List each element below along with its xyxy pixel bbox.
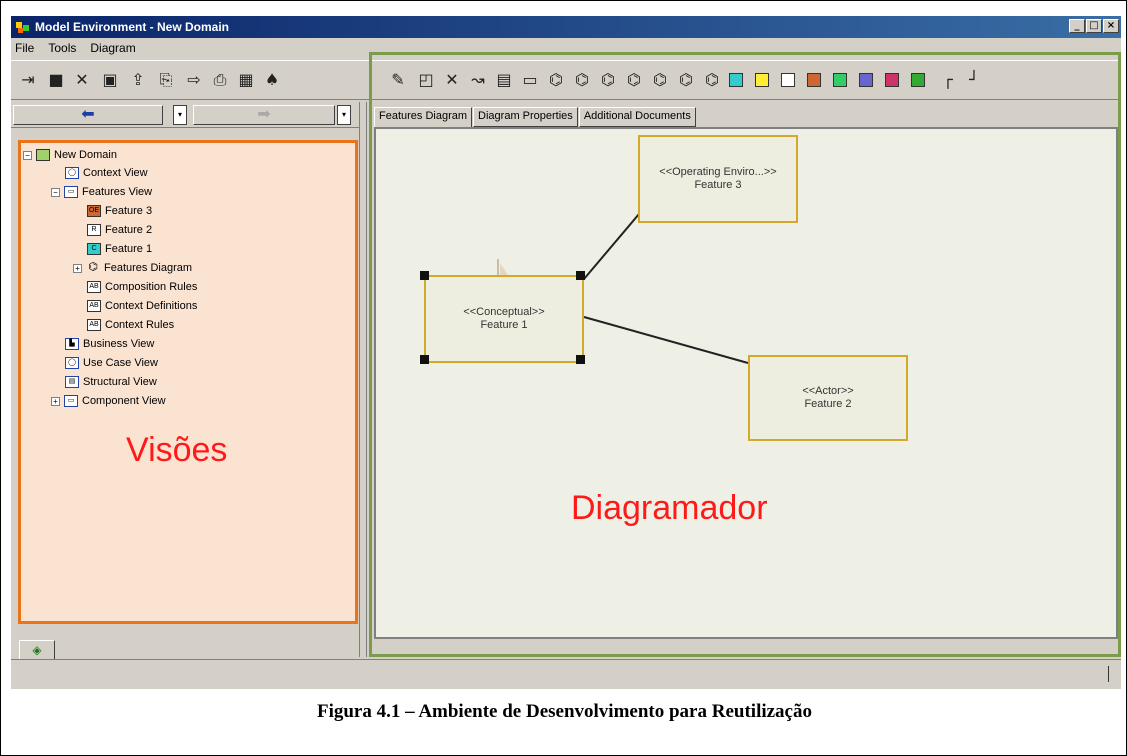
domain-tab-icon: ◈	[32, 643, 42, 657]
tree-node-feature-3[interactable]: OE Feature 3	[87, 203, 152, 219]
diagram-panel: Features Diagram Diagram Properties Addi…	[369, 52, 1121, 657]
title-bar: Model Environment - New Domain _ □ ×	[11, 16, 1121, 38]
collapse-icon[interactable]: −	[23, 150, 32, 160]
diagram-annotation: Diagramador	[571, 489, 768, 527]
exit-icon[interactable]: ⇥	[17, 69, 39, 91]
collapse-icon[interactable]: −	[51, 187, 60, 197]
rules-icon: AB	[87, 281, 101, 293]
domain-tab[interactable]: ◈	[19, 640, 55, 660]
image-icon[interactable]: ▣	[99, 69, 121, 91]
node-stereotype: <<Operating Enviro...>>	[659, 166, 777, 178]
close-button[interactable]: ×	[1103, 19, 1119, 33]
app-icon	[15, 19, 31, 35]
import-icon[interactable]: ⎘	[155, 69, 177, 91]
panel-splitter[interactable]	[359, 102, 367, 657]
tree-node-feature-2[interactable]: R Feature 2	[87, 222, 152, 238]
view-icon: ◯	[65, 167, 79, 179]
view-icon: ▭	[64, 395, 78, 407]
node-stereotype: <<Conceptual>>	[463, 306, 545, 318]
diagram-canvas[interactable]: <<Operating Enviro...>> Feature 3 <<Conc…	[374, 127, 1118, 639]
tree-node-features-view[interactable]: − ▭ Features View	[51, 184, 152, 200]
tree-node-context-view[interactable]: ◯ Context View	[65, 165, 148, 181]
tree-node-structural-view[interactable]: ▤ Structural View	[65, 374, 157, 390]
window-title: Model Environment - New Domain	[35, 20, 230, 34]
status-bar	[11, 659, 1121, 689]
diagram-node-feature-1[interactable]: <<Conceptual>> Feature 1	[424, 275, 584, 363]
rules-icon: AB	[87, 319, 101, 331]
expand-icon[interactable]: +	[73, 263, 82, 273]
view-icon: ▤	[65, 376, 79, 388]
diagram-tabs: Features Diagram Diagram Properties Addi…	[374, 107, 697, 127]
views-tree: − New Domain ◯ Context View − ▭ Features…	[18, 140, 358, 624]
delete-icon[interactable]: ✕	[71, 69, 93, 91]
domain-icon	[36, 149, 50, 161]
figure-frame: Model Environment - New Domain _ □ × Fil…	[0, 0, 1127, 756]
tab-diagram-properties[interactable]: Diagram Properties	[473, 107, 578, 127]
print-icon[interactable]: ⎙	[209, 69, 231, 91]
resize-handle-bottom-right[interactable]	[576, 355, 585, 364]
node-name: Feature 1	[480, 319, 528, 331]
view-icon: ▙	[65, 338, 79, 350]
tab-features-diagram[interactable]: Features Diagram	[374, 107, 473, 127]
tree-node-root[interactable]: − New Domain	[23, 147, 117, 163]
back-dropdown[interactable]: ▾	[173, 105, 187, 125]
tab-additional-documents[interactable]: Additional Documents	[578, 107, 696, 127]
node-name: Feature 3	[694, 179, 742, 191]
figure-caption: Figura 4.1 – Ambiente de Desenvolvimento…	[316, 701, 812, 722]
node-name: Feature 2	[804, 398, 852, 410]
menu-diagram[interactable]: Diagram	[90, 41, 135, 55]
find-icon[interactable]: ♠	[261, 69, 283, 91]
tree-node-context-rules[interactable]: AB Context Rules	[87, 317, 174, 333]
tree-node-composition-rules[interactable]: AB Composition Rules	[87, 279, 197, 295]
menu-tools[interactable]: Tools	[48, 41, 76, 55]
feature-icon: R	[87, 224, 101, 236]
tree-node-feature-1[interactable]: C Feature 1	[87, 241, 152, 257]
save-icon[interactable]: ■	[45, 69, 67, 91]
feature-icon: C	[87, 243, 101, 255]
tree-node-business-view[interactable]: ▙ Business View	[65, 336, 154, 352]
diagram-node-feature-3[interactable]: <<Operating Enviro...>> Feature 3	[638, 135, 798, 223]
diagram-icon: ⌬	[88, 261, 98, 273]
export-icon[interactable]: ⇪	[127, 69, 149, 91]
app-window: Model Environment - New Domain _ □ × Fil…	[11, 16, 1121, 689]
grid-icon[interactable]: ▦	[235, 69, 257, 91]
expand-icon[interactable]: +	[51, 396, 60, 406]
resize-handle-bottom-left[interactable]	[420, 355, 429, 364]
back-button[interactable]: ⬅	[13, 105, 163, 125]
minimize-button[interactable]: _	[1069, 19, 1085, 33]
views-panel: ⬅ ▾ ➡ ▾ − New Domain ◯ Context View − ▭	[11, 102, 359, 660]
connector-feature1-feature2	[583, 316, 749, 364]
diagram-node-feature-2[interactable]: <<Actor>> Feature 2	[748, 355, 908, 441]
tree-node-component-view[interactable]: + ▭ Component View	[51, 393, 166, 409]
views-annotation: Visões	[126, 431, 228, 469]
resize-handle-top-left[interactable]	[420, 271, 429, 280]
tree-node-use-case-view[interactable]: ◯ Use Case View	[65, 355, 158, 371]
node-stereotype: <<Actor>>	[802, 385, 854, 397]
view-icon: ▭	[64, 186, 78, 198]
view-icon: ◯	[65, 357, 79, 369]
print-preview-icon[interactable]: ⇨	[183, 69, 205, 91]
resize-handle-top-right[interactable]	[576, 271, 585, 280]
tree-node-features-diagram[interactable]: + ⌬ Features Diagram	[73, 260, 192, 276]
forward-dropdown[interactable]: ▾	[337, 105, 351, 125]
forward-button[interactable]: ➡	[193, 105, 335, 125]
feature-icon: OE	[87, 205, 101, 217]
status-separator	[1108, 666, 1109, 682]
menu-file[interactable]: File	[15, 41, 34, 55]
nav-bar: ⬅ ▾ ➡ ▾	[11, 102, 359, 128]
rules-icon: AB	[87, 300, 101, 312]
maximize-button[interactable]: □	[1086, 19, 1102, 33]
tree-node-context-definitions[interactable]: AB Context Definitions	[87, 298, 197, 314]
